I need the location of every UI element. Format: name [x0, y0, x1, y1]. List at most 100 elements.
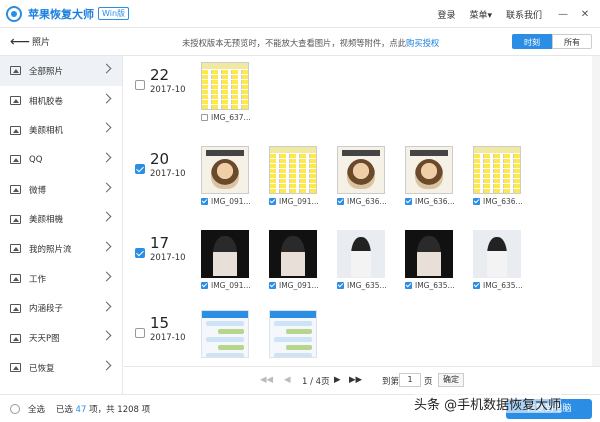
chevron-right-icon: [101, 360, 112, 371]
watermark: 头条 @手机数据恢复大师: [414, 394, 562, 413]
next-page-button[interactable]: ▶: [334, 375, 341, 385]
photo-checkbox[interactable]: [201, 198, 208, 205]
app-logo-icon: [6, 5, 22, 22]
sidebar-item[interactable]: 工作: [0, 264, 122, 294]
group-month: 2017-10: [150, 169, 186, 179]
photo-filename: IMG_091...: [279, 281, 319, 290]
photo-thumbnail[interactable]: [405, 230, 453, 278]
photo-checkbox[interactable]: [405, 198, 412, 205]
photo-thumbnail[interactable]: [269, 230, 317, 278]
contact-link[interactable]: 联系我们: [506, 8, 542, 21]
chevron-right-icon: [101, 301, 112, 311]
license-notice: 未授权版本无预览时，不能放大查看图片，视频等附件，点此购买授权: [182, 37, 439, 49]
prev-page-button[interactable]: ◀: [284, 375, 291, 385]
sidebar: 全部照片相机胶卷美颜相机 QQ 微博 美颜相機 我的照片流 工作 内涵段子 天天P图 已恢复: [0, 56, 123, 394]
photo-filename: IMG_636...: [415, 197, 455, 206]
photo-caption: IMG_635...: [337, 281, 387, 290]
photo-thumbnail[interactable]: [473, 230, 521, 278]
group-checkbox[interactable]: [135, 328, 145, 338]
photo-checkbox[interactable]: [473, 282, 480, 289]
photo-thumbnail[interactable]: [201, 230, 249, 278]
view-mode-toggle: 时刻 所有: [512, 34, 592, 49]
back-arrow-icon[interactable]: ⟵: [10, 34, 30, 50]
group-checkbox[interactable]: [135, 164, 145, 174]
sidebar-item[interactable]: 我的照片流: [0, 234, 122, 264]
date-group: 22 2017-10 IMG_637...: [124, 58, 592, 142]
photo-checkbox[interactable]: [405, 282, 412, 289]
photo-checkbox[interactable]: [201, 114, 208, 121]
chevron-right-icon: [101, 63, 112, 74]
sidebar-item[interactable]: 微博: [0, 175, 122, 205]
group-day: 20: [150, 150, 170, 168]
album-icon: [10, 303, 21, 313]
login-link[interactable]: 登录: [437, 8, 455, 21]
chevron-right-icon: [101, 182, 112, 193]
minimize-button[interactable]: —: [556, 9, 570, 20]
photo-checkbox[interactable]: [337, 282, 344, 289]
group-checkbox[interactable]: [135, 80, 145, 90]
select-all-radio[interactable]: [10, 404, 20, 414]
chevron-right-icon: [101, 122, 112, 133]
sidebar-item-label: 美颜相机: [29, 126, 64, 137]
sidebar-item[interactable]: 内涵段子: [0, 294, 122, 324]
selected-count: 47: [75, 405, 87, 415]
view-moments-tab[interactable]: 时刻: [512, 34, 552, 49]
edition-badge: Win版: [98, 7, 130, 20]
sidebar-item[interactable]: 美颜相機: [0, 204, 122, 234]
photo-thumbnail[interactable]: [473, 146, 521, 194]
menu-dropdown[interactable]: 菜单▾: [469, 8, 492, 21]
photo-thumbnail[interactable]: [337, 146, 385, 194]
group-month: 2017-10: [150, 333, 186, 343]
buy-license-link[interactable]: 购买授权: [406, 38, 439, 48]
group-month: 2017-10: [150, 253, 186, 263]
chevron-right-icon: [101, 330, 112, 341]
date-group: 17 2017-10 IMG_091... IMG_091... IMG_635... I…: [124, 226, 592, 310]
confirm-page-button[interactable]: 确定: [438, 373, 464, 387]
photo-caption: IMG_636...: [405, 197, 455, 206]
sidebar-item[interactable]: 相机胶卷: [0, 86, 122, 116]
photo-filename: IMG_091...: [279, 197, 319, 206]
select-all-label[interactable]: 全选: [28, 405, 45, 415]
album-icon: [10, 155, 21, 165]
scrollbar[interactable]: [592, 56, 600, 366]
chevron-right-icon: [101, 271, 112, 282]
sidebar-item[interactable]: 美颜相机: [0, 115, 122, 145]
photo-thumbnail[interactable]: [337, 230, 385, 278]
photo-thumbnail[interactable]: [201, 310, 249, 358]
photo-caption: IMG_635...: [473, 281, 523, 290]
album-icon: [10, 214, 21, 224]
photo-filename: IMG_091...: [211, 197, 251, 206]
photo-filename: IMG_635...: [483, 281, 523, 290]
date-group: 15 2017-10: [124, 306, 592, 366]
photo-caption: IMG_636...: [473, 197, 523, 206]
album-icon: [10, 274, 21, 284]
photo-checkbox[interactable]: [269, 282, 276, 289]
photo-thumbnail[interactable]: [269, 310, 317, 358]
photo-caption: IMG_636...: [337, 197, 387, 206]
album-icon: [10, 185, 21, 195]
page-number-input[interactable]: 1: [399, 373, 421, 387]
photo-thumbnail[interactable]: [405, 146, 453, 194]
photo-thumbnail[interactable]: [201, 62, 249, 110]
photo-checkbox[interactable]: [201, 282, 208, 289]
last-page-button[interactable]: ▶▶: [349, 375, 362, 385]
sidebar-item[interactable]: 全部照片: [0, 56, 122, 86]
sidebar-item-label: 全部照片: [29, 66, 64, 77]
group-month: 2017-10: [150, 85, 186, 95]
photo-checkbox[interactable]: [269, 198, 276, 205]
sidebar-item[interactable]: 天天P图: [0, 323, 122, 353]
group-day: 22: [150, 66, 170, 84]
sidebar-item[interactable]: QQ: [0, 145, 122, 175]
toolbar: ⟵ 照片 未授权版本无预览时，不能放大查看图片，视频等附件，点此购买授权 时刻 …: [0, 28, 600, 56]
photo-checkbox[interactable]: [337, 198, 344, 205]
sidebar-item[interactable]: 已恢复: [0, 353, 122, 383]
group-checkbox[interactable]: [135, 248, 145, 258]
photo-thumbnail[interactable]: [269, 146, 317, 194]
first-page-button[interactable]: ◀◀: [260, 375, 273, 385]
photo-thumbnail[interactable]: [201, 146, 249, 194]
title-bar: 苹果恢复大师 Win版 登录 菜单▾ 联系我们 — ✕: [0, 0, 600, 28]
close-button[interactable]: ✕: [578, 9, 592, 20]
photo-caption: IMG_091...: [269, 197, 319, 206]
view-all-tab[interactable]: 所有: [552, 34, 592, 49]
photo-checkbox[interactable]: [473, 198, 480, 205]
